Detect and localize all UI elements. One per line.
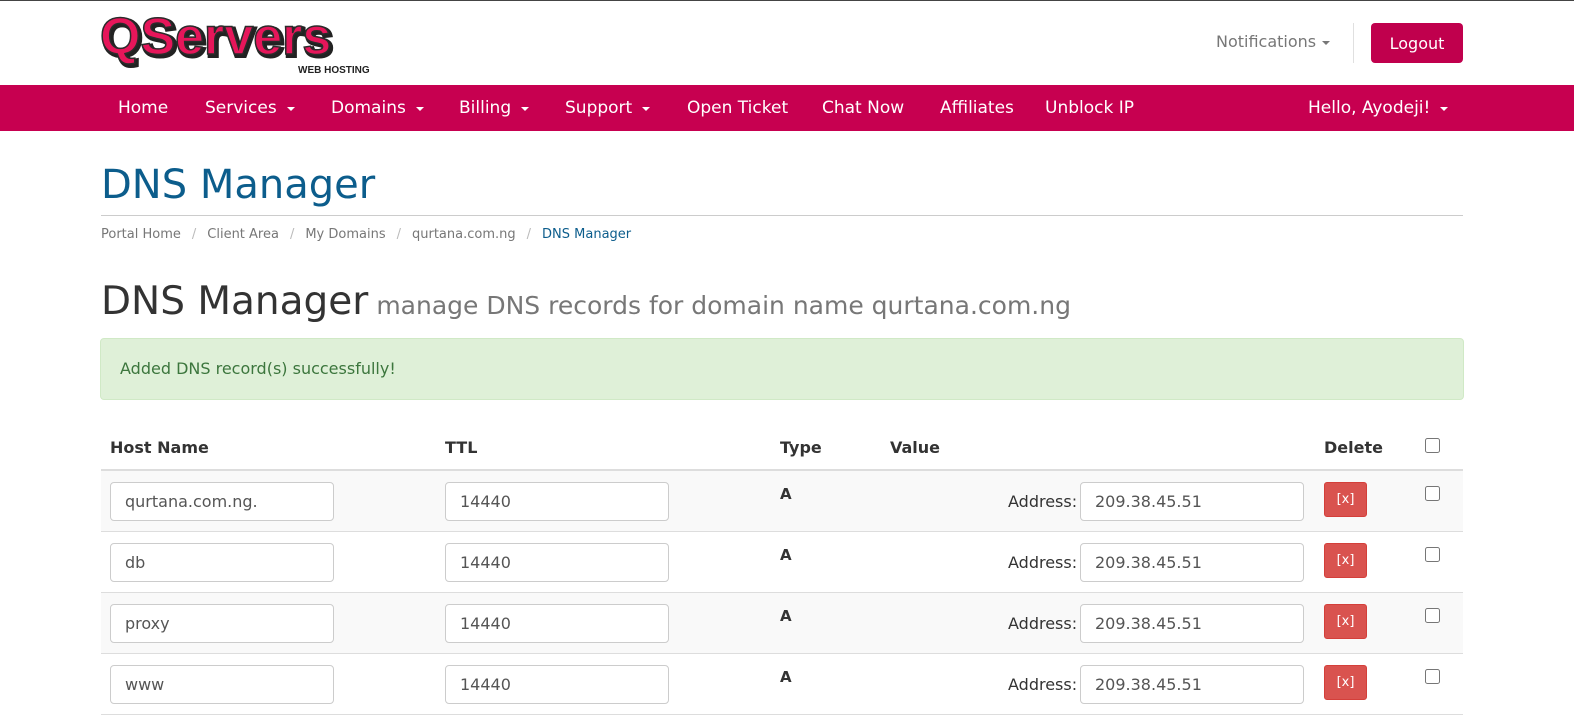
col-header-value: Value xyxy=(890,438,941,457)
delete-record-button[interactable]: [x] xyxy=(1324,543,1367,578)
breadcrumb-separator: / xyxy=(289,227,295,242)
nav-services[interactable]: Services xyxy=(205,85,295,131)
address-input[interactable] xyxy=(1080,604,1304,643)
breadcrumb-domain[interactable]: qurtana.com.ng xyxy=(412,227,516,242)
address-label: Address: xyxy=(1008,492,1078,511)
address-input[interactable] xyxy=(1080,665,1304,704)
breadcrumb-my-domains[interactable]: My Domains xyxy=(305,227,385,242)
address-input[interactable] xyxy=(1080,543,1304,582)
breadcrumb: Portal Home / Client Area / My Domains /… xyxy=(101,227,631,242)
page-title: DNS Manager xyxy=(101,162,376,208)
col-header-type: Type xyxy=(780,438,822,457)
nav-unblock-ip-label: Unblock IP xyxy=(1045,98,1134,118)
address-label: Address: xyxy=(1008,614,1078,633)
ttl-input[interactable] xyxy=(445,665,669,704)
breadcrumb-separator: / xyxy=(191,227,197,242)
logout-button[interactable]: Logout xyxy=(1371,23,1463,63)
delete-record-button[interactable]: [x] xyxy=(1324,482,1367,517)
notifications-label: Notifications xyxy=(1216,32,1317,51)
breadcrumb-separator: / xyxy=(396,227,401,242)
row-select-checkbox[interactable] xyxy=(1425,547,1440,562)
table-row: A Address: [x] xyxy=(101,471,1463,532)
ttl-input[interactable] xyxy=(445,604,669,643)
title-divider xyxy=(101,215,1463,216)
nav-open-ticket[interactable]: Open Ticket xyxy=(687,85,788,131)
success-alert: Added DNS record(s) successfully! xyxy=(100,338,1464,400)
hostname-input[interactable] xyxy=(110,543,334,582)
nav-unblock-ip[interactable]: Unblock IP xyxy=(1045,85,1134,131)
caret-down-icon xyxy=(521,107,530,111)
col-header-delete: Delete xyxy=(1324,438,1383,457)
nav-domains[interactable]: Domains xyxy=(331,85,424,131)
address-input[interactable] xyxy=(1080,482,1304,521)
nav-billing[interactable]: Billing xyxy=(459,85,530,131)
nav-billing-label: Billing xyxy=(459,98,512,118)
hostname-input[interactable] xyxy=(110,482,334,521)
ttl-input[interactable] xyxy=(445,543,669,582)
hostname-input[interactable] xyxy=(110,665,334,704)
nav-support-label: Support xyxy=(565,98,633,118)
delete-record-button[interactable]: [x] xyxy=(1324,665,1367,700)
nav-chat-now[interactable]: Chat Now xyxy=(822,85,904,131)
col-header-host: Host Name xyxy=(110,438,209,457)
select-all-checkbox[interactable] xyxy=(1425,438,1440,453)
section-heading: DNS Manager manage DNS records for domain… xyxy=(101,279,1071,324)
table-row: A Address: [x] xyxy=(101,593,1463,654)
nav-affiliates-label: Affiliates xyxy=(940,98,1014,118)
address-label: Address: xyxy=(1008,675,1078,694)
record-type: A xyxy=(780,668,792,686)
caret-down-icon xyxy=(1322,40,1331,45)
nav-open-ticket-label: Open Ticket xyxy=(687,98,789,118)
section-subtitle: manage DNS records for domain name qurta… xyxy=(376,291,1071,320)
breadcrumb-client-area[interactable]: Client Area xyxy=(207,227,279,242)
nav-home-label: Home xyxy=(118,98,169,118)
caret-down-icon xyxy=(286,107,295,111)
breadcrumb-separator: / xyxy=(526,227,532,242)
caret-down-icon xyxy=(1440,107,1449,111)
user-greeting: Hello, Ayodeji! xyxy=(1308,98,1431,118)
table-row: A Address: [x] xyxy=(101,532,1463,593)
notifications-dropdown[interactable]: Notifications xyxy=(1216,32,1331,51)
ttl-input[interactable] xyxy=(445,482,669,521)
svg-text:WEB HOSTING: WEB HOSTING xyxy=(298,65,370,76)
table-row: A Address: [x] xyxy=(101,654,1463,715)
nav-user-menu[interactable]: Hello, Ayodeji! xyxy=(1308,85,1449,131)
row-select-checkbox[interactable] xyxy=(1425,608,1440,623)
nav-chat-now-label: Chat Now xyxy=(822,98,905,118)
main-navbar: Home Services Domains Billing Support Op… xyxy=(0,85,1574,131)
nav-affiliates[interactable]: Affiliates xyxy=(940,85,1014,131)
row-select-checkbox[interactable] xyxy=(1425,486,1440,501)
nav-support[interactable]: Support xyxy=(565,85,651,131)
record-type: A xyxy=(780,607,792,625)
nav-services-label: Services xyxy=(205,98,277,118)
delete-record-button[interactable]: [x] xyxy=(1324,604,1367,639)
breadcrumb-portal-home[interactable]: Portal Home xyxy=(101,227,181,242)
breadcrumb-current: DNS Manager xyxy=(542,227,632,242)
header-divider xyxy=(1353,23,1354,63)
row-select-checkbox[interactable] xyxy=(1425,669,1440,684)
alert-message: Added DNS record(s) successfully! xyxy=(120,359,396,378)
section-title: DNS Manager xyxy=(101,279,369,324)
record-type: A xyxy=(780,546,792,564)
record-type: A xyxy=(780,485,792,503)
svg-text:QServers: QServers xyxy=(100,12,331,66)
qservers-logo[interactable]: QServers QServers WEB HOSTING xyxy=(100,12,396,76)
site-header: QServers QServers WEB HOSTING Notificati… xyxy=(0,1,1574,85)
nav-home[interactable]: Home xyxy=(118,85,168,131)
address-label: Address: xyxy=(1008,553,1078,572)
nav-domains-label: Domains xyxy=(331,98,406,118)
hostname-input[interactable] xyxy=(110,604,334,643)
caret-down-icon xyxy=(642,107,651,111)
caret-down-icon xyxy=(415,107,424,111)
col-header-ttl: TTL xyxy=(445,438,478,457)
